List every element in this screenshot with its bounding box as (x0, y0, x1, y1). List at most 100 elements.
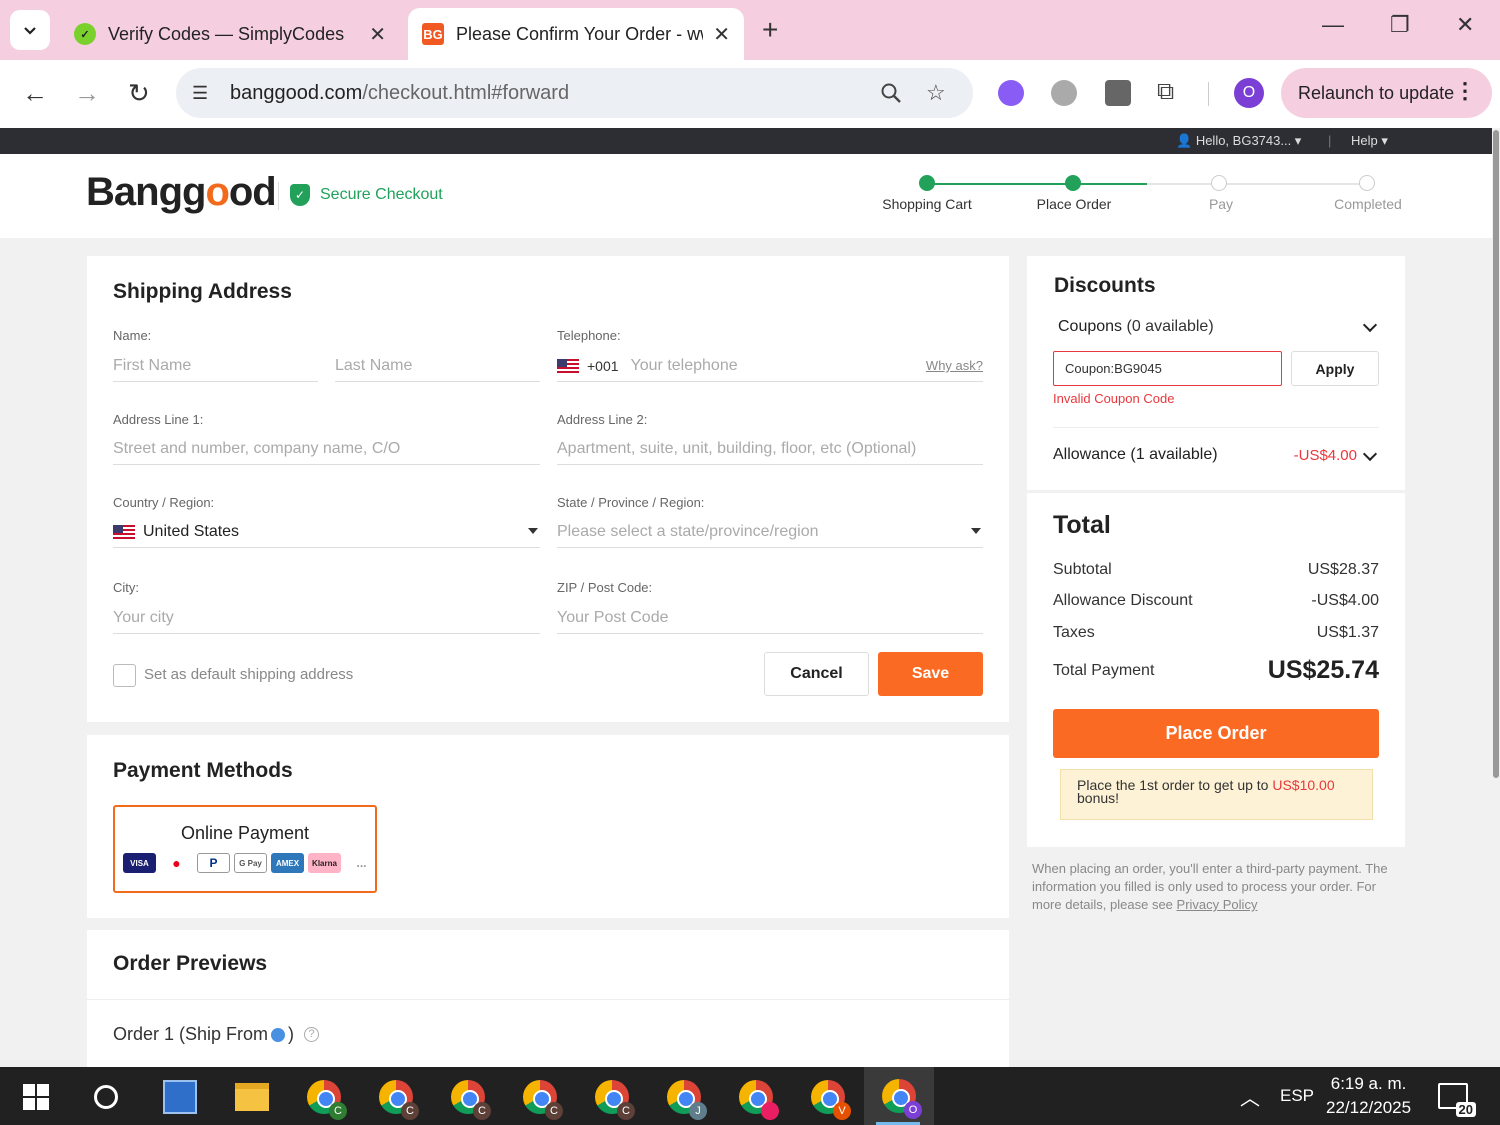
chrome-icon: C (307, 1080, 347, 1120)
coupons-toggle[interactable]: Coupons (0 available) (1058, 318, 1214, 336)
step-dot-pending (1211, 175, 1227, 191)
chrome-window-active[interactable]: O (864, 1067, 934, 1125)
order1-label-end: ) (288, 1024, 295, 1044)
extensions-puzzle-icon[interactable]: ⧉ (1157, 78, 1174, 106)
first-name-input[interactable]: First Name (113, 350, 318, 382)
payment-title: Payment Methods (113, 759, 293, 782)
site-top-strip: 👤 Hello, BG3743... ▾ | Help ▾ (0, 128, 1492, 154)
input-language[interactable]: ESP (1280, 1067, 1314, 1125)
cancel-button[interactable]: Cancel (764, 652, 869, 696)
help-circle-icon[interactable]: ? (304, 1027, 320, 1042)
online-payment-option[interactable]: Online Payment VISA ● P G Pay AMEX Klarn… (113, 805, 377, 893)
save-button[interactable]: Save (878, 652, 983, 696)
globe-extension-icon[interactable] (1051, 80, 1077, 106)
page-scrollbar[interactable] (1492, 128, 1500, 1068)
taxes-value: US$1.37 (1316, 624, 1379, 641)
last-name-input[interactable]: Last Name (335, 350, 540, 382)
chrome-window-8[interactable]: V (806, 1075, 851, 1120)
site-info-icon[interactable]: ☰ (192, 83, 216, 104)
name-label: Name: (113, 328, 152, 343)
more-menu-icon[interactable]: ⋮ (1454, 78, 1476, 104)
minimize-icon[interactable]: — (1322, 12, 1344, 38)
city-input[interactable]: Your city (113, 602, 540, 634)
why-ask-link[interactable]: Why ask? (926, 358, 983, 373)
forward-icon[interactable]: → (74, 78, 100, 109)
place-order-button[interactable]: Place Order (1053, 709, 1379, 758)
search-button[interactable] (84, 1075, 128, 1119)
tab-banggood-checkout[interactable]: BG Please Confirm Your Order - ww ✕ (408, 8, 744, 60)
address-line2-input[interactable]: Apartment, suite, unit, building, floor,… (557, 433, 983, 465)
tab-simplycodes[interactable]: ✓ Verify Codes — SimplyCodes ✕ (60, 8, 400, 60)
chrome-window-3[interactable]: C (446, 1075, 491, 1120)
restore-icon[interactable]: ❐ (1390, 12, 1410, 38)
show-hidden-icons[interactable]: ︿ (1240, 1067, 1260, 1125)
secure-checkout-badge: ✓ Secure Checkout (290, 184, 443, 206)
simplycodes-icon: ✓ (74, 23, 96, 45)
city-placeholder: Your city (113, 608, 174, 626)
globe-icon (271, 1027, 286, 1042)
country-select[interactable]: United States (113, 516, 540, 548)
help-menu[interactable]: Help ▾ (1351, 133, 1388, 149)
tab-search-button[interactable] (10, 10, 50, 50)
more-methods-icon: ... (356, 856, 367, 870)
discounts-card: Discounts Coupons (0 available) Coupon:B… (1027, 256, 1405, 490)
start-button[interactable] (14, 1075, 58, 1119)
address2-label: Address Line 2: (557, 412, 648, 427)
privacy-policy-link[interactable]: Privacy Policy (1177, 897, 1258, 912)
discounts-title: Discounts (1054, 274, 1156, 297)
close-tab-icon[interactable]: ✕ (713, 22, 730, 47)
header-divider (278, 182, 279, 210)
clock-time: 6:19 a. m. (1330, 1074, 1407, 1093)
notification-count: 20 (1455, 1102, 1476, 1117)
checkout-progress: Shopping Cart Place Order Pay Completed (860, 174, 1440, 224)
new-tab-icon[interactable]: + (762, 14, 778, 46)
chevron-down-icon[interactable] (1362, 317, 1378, 333)
close-window-icon[interactable]: ✕ (1456, 12, 1474, 38)
coupon-code-input[interactable]: Coupon:BG9045 (1053, 351, 1282, 386)
order1-label: Order 1 (Ship From (113, 1024, 269, 1044)
checkout-header: Banggood ✓ Secure Checkout Shopping Cart… (0, 154, 1492, 238)
chrome-window-6[interactable]: J (662, 1075, 707, 1120)
account-greeting: Hello, BG3743... ▾ (1195, 133, 1302, 148)
phone-country-code[interactable]: +001 (587, 358, 619, 374)
zoom-icon[interactable] (880, 82, 902, 104)
back-icon[interactable]: ← (22, 78, 48, 109)
notification-center[interactable]: 20 (1438, 1067, 1476, 1125)
state-select[interactable]: Please select a state/province/region (557, 516, 983, 548)
address-bar[interactable]: ☰ banggood.com/checkout.html#forward (176, 68, 973, 118)
banggood-logo[interactable]: Banggood (86, 170, 277, 215)
secure-checkout-label: Secure Checkout (320, 186, 443, 203)
url-path: /checkout.html#forward (362, 81, 570, 104)
clock[interactable]: 6:19 a. m. 22/12/2025 (1326, 1067, 1411, 1125)
telephone-input[interactable]: +001 Your telephone Why ask? (557, 350, 983, 382)
close-tab-icon[interactable]: ✕ (369, 22, 386, 47)
reload-icon[interactable]: ↻ (128, 78, 150, 109)
extension-purple-icon[interactable] (998, 80, 1024, 106)
extension-bird-icon[interactable] (1105, 80, 1131, 106)
account-menu[interactable]: 👤 Hello, BG3743... ▾ (1176, 133, 1301, 149)
relaunch-button[interactable]: Relaunch to update ⋮ (1281, 68, 1492, 118)
scrollbar-thumb[interactable] (1493, 130, 1499, 778)
allowance-toggle[interactable]: Allowance (1 available) (1053, 446, 1218, 464)
default-address-checkbox[interactable] (113, 664, 136, 687)
visa-icon: VISA (123, 853, 156, 873)
telephone-placeholder: Your telephone (630, 356, 738, 374)
bookmark-star-icon[interactable]: ☆ (926, 80, 946, 106)
chrome-window-4[interactable]: C (518, 1075, 563, 1120)
task-view-app[interactable] (158, 1075, 202, 1119)
chevron-down-icon[interactable] (1362, 446, 1378, 462)
chrome-window-2[interactable]: C (374, 1075, 419, 1120)
step-label-place-order: Place Order (1036, 196, 1112, 212)
chrome-window-5[interactable]: C (590, 1075, 635, 1120)
address-line1-input[interactable]: Street and number, company name, C/O (113, 433, 540, 465)
zip-input[interactable]: Your Post Code (557, 602, 983, 634)
chrome-window-1[interactable]: C (302, 1075, 347, 1120)
profile-avatar[interactable]: O (1234, 78, 1264, 108)
chrome-window-7[interactable] (734, 1075, 779, 1120)
profile-badge (761, 1102, 779, 1120)
step-label-cart: Shopping Cart (882, 196, 972, 212)
order1-heading: Order 1 (Ship From ) ? (113, 1024, 320, 1045)
step-dot-done (919, 175, 935, 191)
apply-coupon-button[interactable]: Apply (1291, 351, 1379, 386)
file-explorer-app[interactable] (230, 1075, 274, 1119)
